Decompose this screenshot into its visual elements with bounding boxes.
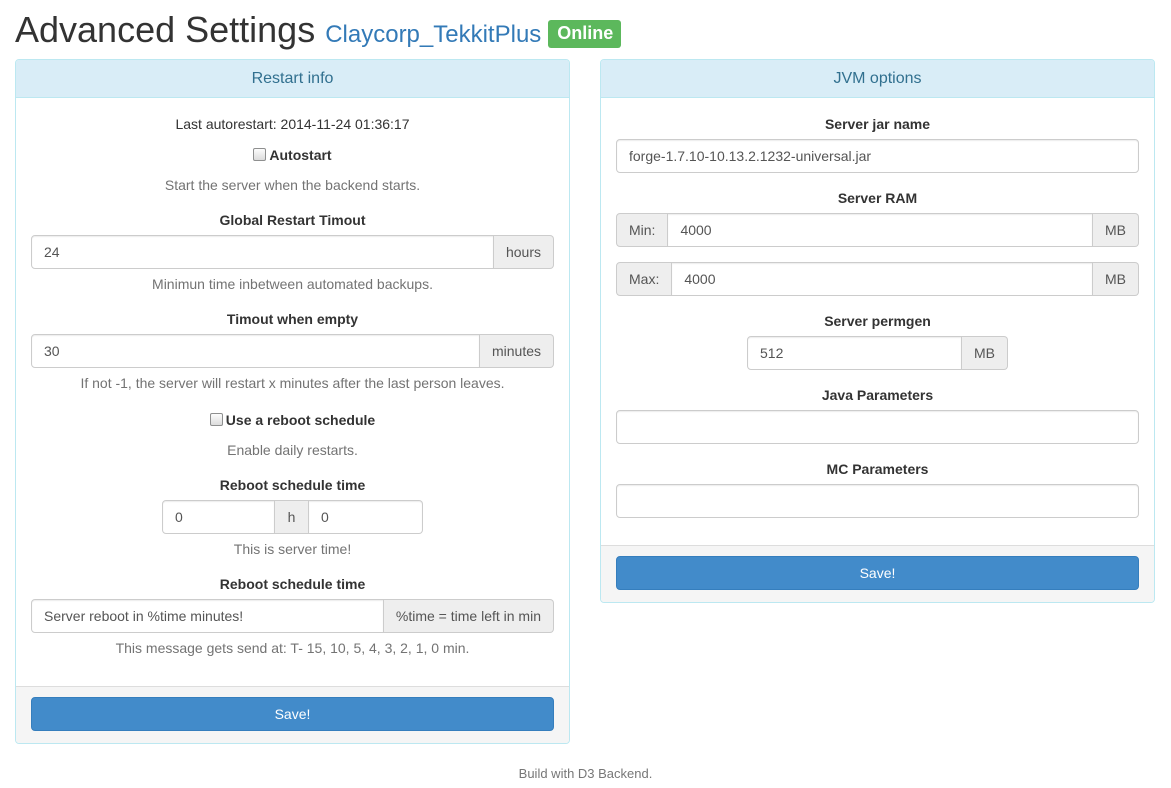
- ram-min-input[interactable]: 4000: [668, 213, 1093, 247]
- autostart-label: Autostart: [269, 147, 332, 163]
- ram-max-addon: Max:: [616, 262, 673, 296]
- empty-timeout-input[interactable]: 30: [31, 334, 480, 368]
- status-badge: Online: [548, 20, 622, 48]
- mc-params-input[interactable]: [616, 484, 1139, 518]
- jar-name-input[interactable]: forge-1.7.10-10.13.2.1232-universal.jar: [616, 139, 1139, 173]
- reboot-minute-input[interactable]: 0: [309, 500, 423, 534]
- reboot-hour-input[interactable]: 0: [162, 500, 275, 534]
- jvm-panel-footer: Save!: [601, 545, 1154, 602]
- reboot-schedule-label: Use a reboot schedule: [225, 412, 376, 428]
- jvm-options-heading: JVM options: [601, 60, 1154, 98]
- page-footer-text: Build with D3 Backend.: [518, 766, 653, 781]
- restart-info-heading: Restart info: [16, 60, 569, 98]
- restart-info-panel: Restart info Last autorestart: 2014-11-2…: [15, 59, 570, 744]
- ram-max-unit: MB: [1093, 262, 1139, 296]
- restart-save-button[interactable]: Save!: [31, 697, 554, 731]
- global-timeout-group: 24 hours: [31, 235, 554, 269]
- ram-max-input[interactable]: 4000: [672, 262, 1093, 296]
- empty-timeout-help: If not -1, the server will restart x min…: [80, 375, 505, 391]
- global-timeout-help: Minimun time inbetween automated backups…: [152, 276, 433, 292]
- reboot-time-group: 0 h 0: [162, 500, 423, 534]
- empty-timeout-group: 30 minutes: [31, 334, 554, 368]
- autostart-help: Start the server when the backend starts…: [164, 177, 421, 193]
- jar-name-label: Server jar name: [824, 116, 931, 132]
- restart-panel-footer: Save!: [16, 686, 569, 743]
- server-ram-label: Server RAM: [837, 190, 918, 206]
- mc-params-label: MC Parameters: [826, 461, 929, 477]
- permgen-group: 512 MB: [747, 336, 1008, 370]
- ram-max-group: Max: 4000 MB: [616, 262, 1139, 296]
- reboot-schedule-checkbox[interactable]: [209, 413, 223, 426]
- reboot-message-addon: %time = time left in min: [383, 599, 554, 633]
- jvm-save-button[interactable]: Save!: [616, 556, 1139, 590]
- reboot-message-label: Reboot schedule time: [219, 576, 366, 592]
- reboot-schedule-help: Enable daily restarts.: [227, 442, 358, 458]
- empty-timeout-unit: minutes: [479, 334, 554, 368]
- empty-timeout-label: Timout when empty: [226, 311, 359, 327]
- reboot-hour-separator: h: [275, 500, 309, 534]
- page-title: Advanced Settings: [15, 9, 316, 50]
- java-params-label: Java Parameters: [821, 387, 934, 403]
- server-name: Claycorp_TekkitPlus: [325, 21, 542, 48]
- ram-min-addon: Min:: [616, 213, 669, 247]
- permgen-input[interactable]: 512: [747, 336, 962, 370]
- ram-min-group: Min: 4000 MB: [616, 213, 1139, 247]
- autostart-checkbox-row[interactable]: Autostart: [16, 147, 569, 163]
- reboot-schedule-checkbox-row[interactable]: Use a reboot schedule: [16, 412, 569, 428]
- global-timeout-label: Global Restart Timout: [219, 212, 366, 228]
- jvm-options-panel: JVM options Server jar name forge-1.7.10…: [600, 59, 1155, 603]
- reboot-message-input[interactable]: Server reboot in %time minutes!: [31, 599, 384, 633]
- reboot-message-group: Server reboot in %time minutes! %time = …: [31, 599, 554, 633]
- last-autorestart-text: Last autorestart: 2014-11-24 01:36:17: [175, 116, 410, 132]
- reboot-time-help: This is server time!: [233, 541, 352, 557]
- reboot-message-help: This message gets send at: T- 15, 10, 5,…: [115, 640, 470, 656]
- java-params-input[interactable]: [616, 410, 1139, 444]
- page-header: Advanced Settings Claycorp_TekkitPlus On…: [15, 8, 622, 52]
- permgen-label: Server permgen: [824, 313, 931, 329]
- reboot-time-label: Reboot schedule time: [219, 477, 366, 493]
- permgen-unit: MB: [962, 336, 1008, 370]
- global-timeout-unit: hours: [493, 235, 554, 269]
- autostart-checkbox[interactable]: [253, 148, 267, 161]
- global-timeout-input[interactable]: 24: [31, 235, 494, 269]
- ram-min-unit: MB: [1093, 213, 1139, 247]
